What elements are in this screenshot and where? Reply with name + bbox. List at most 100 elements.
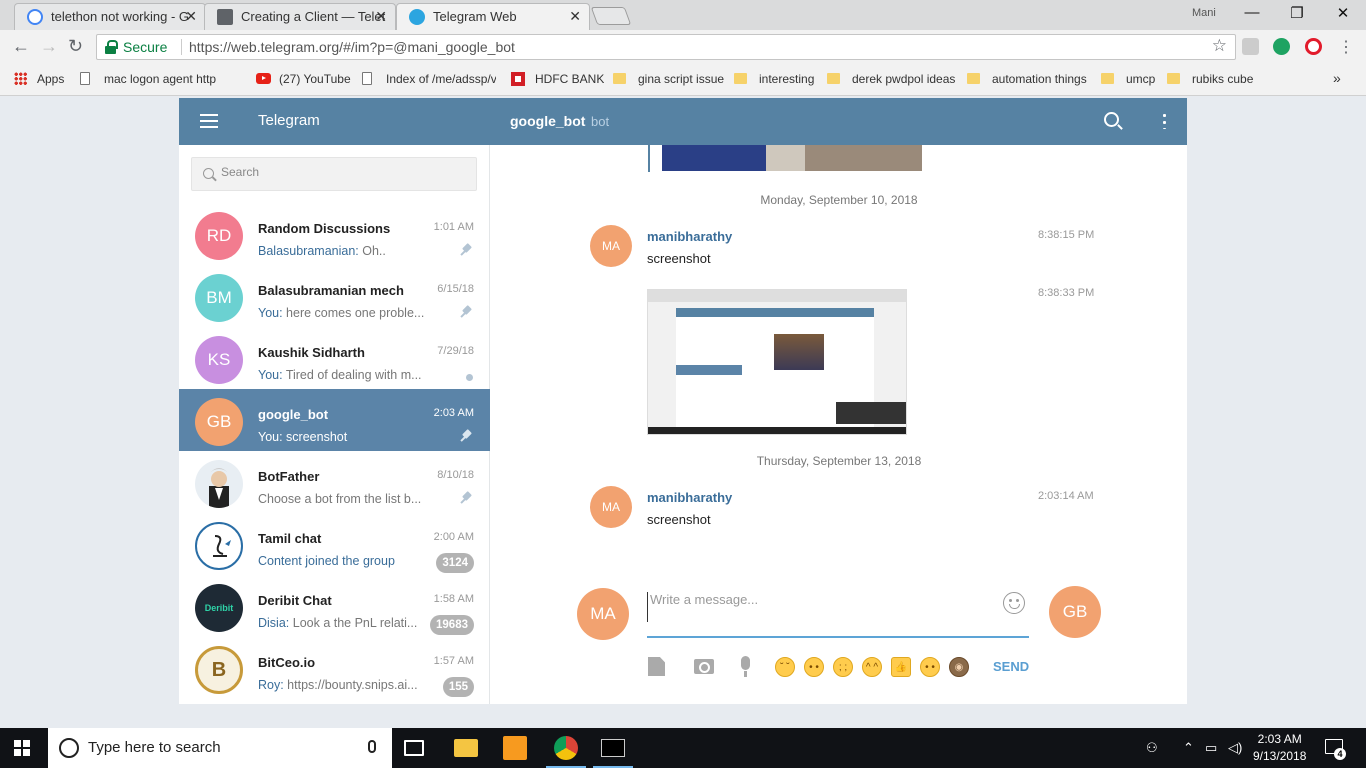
back-icon[interactable]: ← (12, 36, 30, 57)
send-button[interactable]: SEND (993, 659, 1029, 674)
close-window-icon[interactable]: ✕ (1323, 4, 1363, 22)
browser-tab-2[interactable]: Creating a Client — Telet ✕ (204, 3, 396, 30)
bookmark-item[interactable]: (27) YouTube (256, 72, 351, 86)
microphone-icon[interactable] (741, 656, 750, 677)
neutral-emoji-icon[interactable]: • • (804, 657, 824, 677)
chat-history: Monday, September 10, 2018 MA manibharat… (491, 145, 1187, 704)
extension-green-icon[interactable] (1273, 38, 1290, 55)
browser-tab-3[interactable]: Telegram Web ✕ (396, 3, 590, 30)
profile-name[interactable]: Mani (1192, 7, 1216, 19)
pin-icon (459, 306, 473, 320)
google-icon (27, 9, 43, 25)
network-icon[interactable]: ▭ (1205, 740, 1217, 756)
dialog-deribit-chat[interactable]: Deribit Deribit Chat 1:58 AM Disia: Look… (179, 575, 490, 637)
minimize-icon[interactable]: — (1232, 4, 1272, 21)
emoji-picker-icon[interactable] (1003, 592, 1025, 614)
secure-label: Secure (123, 39, 168, 55)
search-icon[interactable] (1104, 112, 1119, 127)
thumbs-up-emoji-icon[interactable]: 👍 (891, 657, 911, 677)
lock-icon (105, 40, 118, 54)
joy-emoji-icon[interactable]: ^ ^ (862, 657, 882, 677)
people-icon[interactable]: ⚇ (1146, 740, 1158, 756)
hamburger-menu-icon[interactable] (200, 114, 218, 128)
peer-name[interactable]: google_bot (510, 113, 585, 129)
docs-icon (217, 9, 233, 25)
new-tab-button[interactable] (590, 7, 632, 25)
volume-icon[interactable]: ◁) (1228, 740, 1242, 756)
opera-icon[interactable] (1305, 38, 1322, 55)
task-view-icon[interactable] (404, 740, 424, 756)
taskbar-search (48, 728, 392, 768)
dialog-botfather[interactable]: BotFather 8/10/18 Choose a bot from the … (179, 451, 490, 513)
page-icon (80, 72, 90, 85)
bookmark-item[interactable]: Index of /me/adssp/v (362, 72, 496, 86)
sublime-text-icon[interactable] (503, 736, 527, 760)
chrome-menu-icon[interactable]: ⋮ (1338, 37, 1354, 57)
screenshot-image-message[interactable] (647, 289, 907, 435)
bookmark-star-icon[interactable]: ☆ (1212, 36, 1227, 56)
bookmark-folder[interactable]: derek pwdpol ideas (827, 72, 955, 86)
dialog-google-bot[interactable]: GB google_bot 2:03 AM You: screenshot (179, 389, 490, 451)
url-text[interactable]: https://web.telegram.org/#/im?p=@mani_go… (189, 39, 515, 55)
bookmark-apps[interactable]: Apps (14, 72, 64, 86)
bookmark-folder[interactable]: rubiks cube (1167, 72, 1253, 86)
extension-icon[interactable] (1242, 38, 1259, 55)
crying-emoji-icon[interactable]: ; ; (833, 657, 853, 677)
peer-avatar[interactable]: GB (1049, 586, 1101, 638)
message-time: 2:03:14 AM (1038, 490, 1094, 502)
confused-emoji-icon[interactable]: • • (920, 657, 940, 677)
more-options-icon[interactable] (1163, 112, 1166, 129)
close-tab-icon[interactable]: ✕ (375, 4, 387, 29)
message-author[interactable]: manibharathy (647, 490, 732, 505)
bookmark-item[interactable]: mac logon agent http (80, 72, 242, 86)
dialog-time: 1:58 AM (433, 593, 474, 605)
avatar: B (195, 646, 243, 694)
unamused-emoji-icon[interactable]: ˘ ˘ (775, 657, 795, 677)
message-author[interactable]: manibharathy (647, 229, 732, 244)
preview-sender: You: (258, 368, 283, 382)
windows-start-icon[interactable] (14, 740, 30, 756)
attach-photo-icon[interactable] (694, 659, 714, 674)
search-input[interactable] (221, 165, 461, 179)
command-prompt-icon[interactable] (601, 739, 625, 757)
system-clock[interactable]: 2:03 AM 9/13/2018 (1253, 731, 1306, 765)
address-bar[interactable]: Secure https://web.telegram.org/#/im?p=@… (96, 34, 1236, 60)
reload-icon[interactable]: ↻ (68, 36, 83, 57)
forward-icon[interactable]: → (40, 36, 58, 57)
more-bookmarks-button[interactable]: » (1333, 70, 1341, 86)
shot-notification (836, 402, 906, 424)
dialog-preview: Disia: Look a the PnL relati... (258, 616, 426, 630)
bookmark-folder[interactable]: umcp (1101, 72, 1155, 86)
dialog-name: Deribit Chat (258, 593, 332, 608)
previous-photo-message[interactable] (648, 145, 922, 172)
dialog-preview: You: Tired of dealing with m... (258, 368, 436, 382)
restore-icon[interactable]: ❐ (1277, 4, 1317, 22)
bookmark-folder[interactable]: interesting (734, 72, 814, 86)
chrome-icon[interactable] (554, 736, 578, 760)
browser-tab-1[interactable]: telethon not working - G ✕ (14, 3, 206, 30)
see-no-evil-emoji-icon[interactable]: ◉ (949, 657, 969, 677)
photo-thumbnail[interactable] (662, 145, 922, 171)
attach-file-icon[interactable] (648, 657, 665, 676)
preview-text: https://bounty.snips.ai... (283, 678, 418, 692)
message-avatar[interactable]: MA (590, 225, 632, 267)
bookmark-folder[interactable]: gina script issue (613, 72, 724, 86)
close-tab-icon[interactable]: ✕ (569, 4, 581, 29)
dialog-bitceo[interactable]: B BitCeo.io 1:57 AM Roy: https://bounty.… (179, 637, 490, 699)
close-tab-icon[interactable]: ✕ (185, 4, 197, 29)
dialog-balasubramanian-mech[interactable]: BM Balasubramanian mech 6/15/18 You: her… (179, 265, 490, 327)
microphone-icon[interactable] (368, 740, 376, 753)
cortana-icon[interactable] (59, 738, 79, 758)
bookmark-item[interactable]: HDFC BANK (511, 72, 604, 86)
message-input[interactable] (647, 592, 987, 622)
dialog-tamil-chat[interactable]: Tamil chat 2:00 AM Content joined the gr… (179, 513, 490, 575)
preview-sender: You: (258, 306, 283, 320)
dialog-random-discussions[interactable]: RD Random Discussions 1:01 AM Balasubram… (179, 203, 490, 265)
message-avatar[interactable]: MA (590, 486, 632, 528)
file-explorer-icon[interactable] (454, 739, 478, 757)
taskbar-search-input[interactable] (88, 739, 348, 756)
bookmark-folder[interactable]: automation things (967, 72, 1087, 86)
show-hidden-icons-icon[interactable]: ⌃ (1183, 740, 1194, 756)
my-avatar[interactable]: MA (577, 588, 629, 640)
dialog-kaushik-sidharth[interactable]: KS Kaushik Sidharth 7/29/18 You: Tired o… (179, 327, 490, 389)
